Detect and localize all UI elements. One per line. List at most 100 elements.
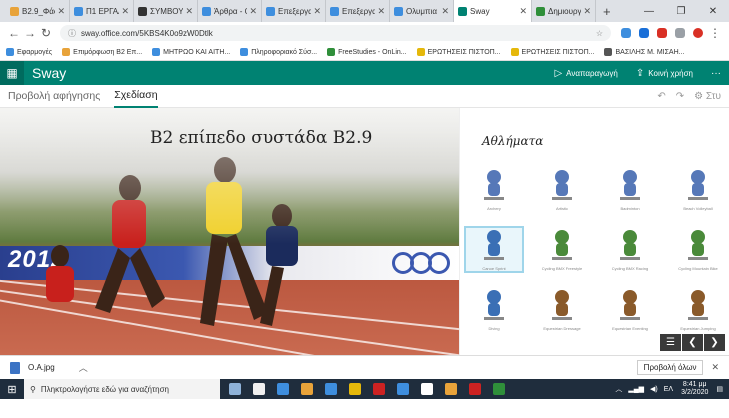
taskbar-app-icon[interactable] bbox=[274, 379, 292, 399]
extension-icon[interactable] bbox=[621, 28, 631, 38]
gallery-image[interactable]: Cycling Mountain Bike bbox=[670, 228, 726, 271]
sway-title[interactable]: Β2 επίπεδο συστάδα Β2.9 bbox=[150, 128, 372, 148]
tab-close-icon[interactable]: ✕ bbox=[583, 6, 591, 17]
taskbar-app-icon[interactable] bbox=[346, 379, 364, 399]
bookmark-star-icon[interactable]: ☆ bbox=[596, 29, 603, 38]
input-language[interactable]: ΕΛ bbox=[664, 386, 673, 393]
gallery-image[interactable]: Cycling BMX Freestyle bbox=[534, 228, 590, 271]
gallery-menu-icon[interactable]: ☰ bbox=[660, 334, 681, 351]
gallery-image[interactable]: Equestrian Eventing bbox=[602, 288, 658, 331]
download-file-name[interactable]: O.A.jpg bbox=[28, 363, 55, 372]
minimize-icon[interactable]: — bbox=[633, 6, 665, 17]
gallery-image[interactable]: Beach Volleyball bbox=[670, 168, 726, 211]
styles-button[interactable]: ⚙ Στυ bbox=[694, 91, 721, 102]
browser-tab[interactable]: Π1 ΕΡΓΑΛΕ✕ bbox=[70, 0, 134, 22]
bookmark-item[interactable]: Επιμόρφωση Β2 Επ... bbox=[62, 48, 142, 56]
taskbar-app-icon[interactable] bbox=[394, 379, 412, 399]
extension-icon[interactable] bbox=[657, 28, 667, 38]
tab-close-icon[interactable]: ✕ bbox=[377, 6, 385, 17]
tab-close-icon[interactable]: ✕ bbox=[313, 6, 321, 17]
gallery-prev-icon[interactable]: ❮ bbox=[682, 334, 703, 351]
taskbar-search-input[interactable]: ⚲ Πληκτρολογήστε εδώ για αναζήτηση bbox=[24, 379, 220, 399]
browser-tab[interactable]: Επεξεργασ✕ bbox=[262, 0, 326, 22]
gallery-image[interactable]: Equestrian Jumping bbox=[670, 288, 726, 331]
notification-icon[interactable]: ▤ bbox=[716, 385, 723, 393]
reload-icon[interactable]: ↻ bbox=[38, 26, 54, 40]
gallery-pager: ☰ ❮ ❯ bbox=[659, 334, 725, 351]
title-card-image[interactable]: 2012 bbox=[0, 108, 459, 355]
tab-close-icon[interactable]: ✕ bbox=[249, 6, 257, 17]
new-tab-button[interactable]: + bbox=[596, 4, 618, 19]
gallery-caption: Cycling Mountain Bike bbox=[678, 266, 718, 271]
gallery-image[interactable]: Equestrian Dressage bbox=[534, 288, 590, 331]
taskbar-app-icon[interactable] bbox=[442, 379, 460, 399]
tab-storyline[interactable]: Προβολή αφήγησης bbox=[8, 85, 100, 108]
taskbar-app-icon[interactable] bbox=[370, 379, 388, 399]
bookmark-item[interactable]: ΕΡΩΤΗΣΕΙΣ ΠΙΣΤΟΠ... bbox=[510, 48, 594, 56]
more-options-icon[interactable]: ··· bbox=[711, 68, 721, 79]
bookmark-item[interactable]: ΕΡΩΤΗΣΕΙΣ ΠΙΣΤΟΠ... bbox=[416, 48, 501, 56]
taskbar-app-icon[interactable] bbox=[490, 379, 508, 399]
play-button[interactable]: ▷ Αναπαραγωγή bbox=[554, 68, 617, 79]
volume-icon[interactable]: ◀) bbox=[650, 385, 658, 393]
taskbar-app-icon[interactable] bbox=[226, 379, 244, 399]
bookmark-item[interactable]: ΒΑΣΙΛΗΣ Μ. ΜΙΣΑΗ... bbox=[604, 48, 684, 56]
gallery-image[interactable]: Archery bbox=[466, 168, 522, 211]
profile-avatar[interactable] bbox=[693, 28, 703, 38]
bookmark-item[interactable]: Εφαρμογές bbox=[6, 48, 52, 56]
tab-favicon-icon bbox=[394, 6, 403, 16]
taskbar-app-icon[interactable] bbox=[466, 379, 484, 399]
taskbar-app-icon[interactable] bbox=[250, 379, 268, 399]
gallery-image[interactable]: Cycling BMX Racing bbox=[602, 228, 658, 271]
info-icon[interactable]: ⓘ bbox=[68, 28, 76, 39]
tray-chevron-icon[interactable]: ︿ bbox=[615, 384, 622, 394]
url-input[interactable]: ⓘ sway.office.com/5KBS4K0o9zW0Dtlk ☆ bbox=[60, 25, 611, 41]
bookmark-item[interactable]: FreeStudies - OnLin... bbox=[327, 48, 407, 56]
tab-close-icon[interactable]: ✕ bbox=[441, 6, 449, 17]
tab-close-icon[interactable]: ✕ bbox=[185, 6, 193, 17]
app-launcher-icon[interactable]: ▦ bbox=[0, 61, 24, 85]
maximize-icon[interactable]: ❐ bbox=[665, 6, 697, 17]
tab-close-icon[interactable]: ✕ bbox=[519, 6, 527, 17]
browser-tab[interactable]: Ολυμπια Τ✕ bbox=[390, 0, 454, 22]
gallery-image[interactable]: Badminton bbox=[602, 168, 658, 211]
bookmark-label: FreeStudies - OnLin... bbox=[338, 48, 407, 56]
windows-start-icon[interactable]: ⊞ bbox=[0, 383, 24, 396]
gallery-image[interactable]: Canoe Sprint bbox=[464, 226, 524, 273]
network-icon[interactable]: ▂▄▆ bbox=[628, 385, 644, 393]
back-icon[interactable]: ← bbox=[6, 26, 22, 40]
menu-dots-icon[interactable]: ⋮ bbox=[707, 26, 723, 40]
taskbar-app-icon[interactable] bbox=[298, 379, 316, 399]
taskbar-app-icon[interactable] bbox=[418, 379, 436, 399]
mascot-icon bbox=[615, 228, 645, 264]
redo-icon[interactable]: ↷ bbox=[676, 91, 684, 102]
gallery-next-icon[interactable]: ❯ bbox=[704, 334, 725, 351]
browser-tab[interactable]: Sway ✕ bbox=[454, 0, 532, 22]
close-icon[interactable]: ✕ bbox=[697, 6, 729, 17]
bookmark-favicon-icon bbox=[240, 48, 249, 56]
undo-icon[interactable]: ↶ bbox=[657, 91, 665, 102]
gallery-image[interactable]: Artistic bbox=[534, 168, 590, 211]
gallery-image[interactable]: Diving bbox=[466, 288, 522, 331]
extension-icon[interactable] bbox=[675, 28, 685, 38]
browser-tab[interactable]: Δημιουργί ✕ bbox=[532, 0, 596, 22]
clock[interactable]: 8:41 μμ 3/2/2020 bbox=[681, 381, 708, 397]
bookmark-item[interactable]: ΜΗΤΡΩΟ ΚΑΙ ΑΙΤΗ... bbox=[152, 48, 230, 56]
browser-tab[interactable]: Άρθρα - Οί✕ bbox=[198, 0, 262, 22]
show-all-downloads-button[interactable]: Προβολή όλων bbox=[636, 360, 704, 375]
browser-tab[interactable]: Επεξεργασ✕ bbox=[326, 0, 390, 22]
share-button[interactable]: ⇪ Κοινή χρήση bbox=[636, 68, 693, 79]
taskbar-app-icon[interactable] bbox=[322, 379, 340, 399]
close-download-bar-icon[interactable]: ✕ bbox=[711, 362, 719, 373]
tab-design[interactable]: Σχεδίαση bbox=[114, 85, 158, 108]
bookmark-item[interactable]: Πληροφοριακό Σύσ... bbox=[240, 48, 317, 56]
extension-icon[interactable] bbox=[639, 28, 649, 38]
browser-tab[interactable]: ΣΥΜΒΟΥΛ✕ bbox=[134, 0, 198, 22]
tab-close-icon[interactable]: ✕ bbox=[57, 6, 65, 17]
forward-icon[interactable]: → bbox=[22, 26, 38, 40]
chevron-up-icon[interactable]: ︿ bbox=[79, 361, 88, 374]
browser-tab[interactable]: B2.9_Φάση✕ bbox=[6, 0, 70, 22]
bookmark-favicon-icon bbox=[152, 48, 161, 56]
gallery-section-title[interactable]: Αθλήματα bbox=[482, 134, 543, 148]
tab-close-icon[interactable]: ✕ bbox=[121, 6, 129, 17]
